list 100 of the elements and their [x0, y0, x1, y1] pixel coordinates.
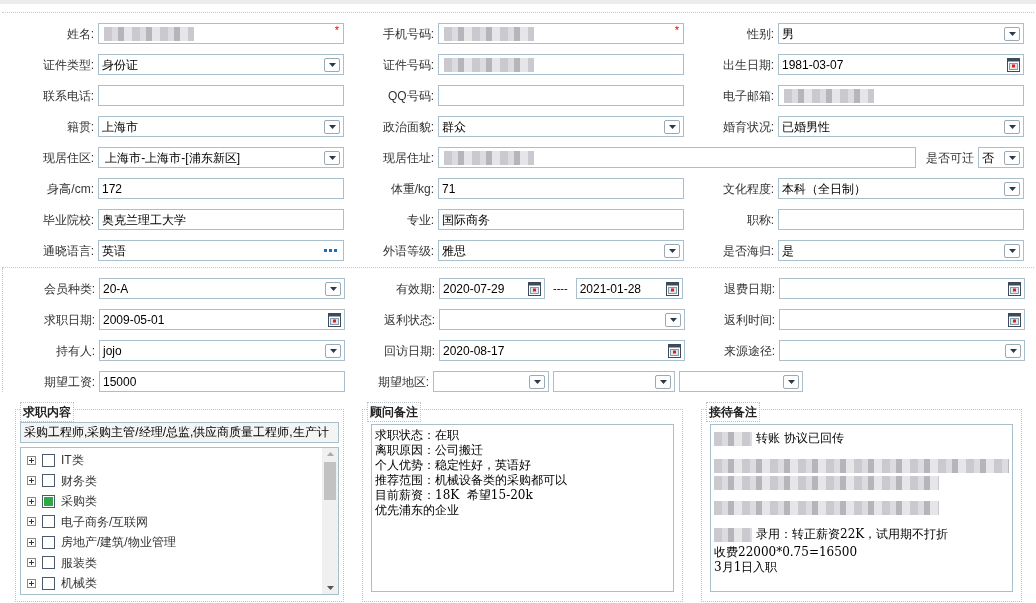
- note-line: 目前薪资：18K 希望15-20k: [375, 488, 534, 503]
- notes-area[interactable]: 求职状态：在职 离职原因：公司搬迁 个人优势：稳定性好，英语好 推荐范围：机械设备类的采购都可以 目前薪资：18K 希望15-20k 优先浦东的企业: [371, 424, 674, 592]
- select-field[interactable]: jojo: [99, 340, 345, 361]
- input-field[interactable]: 英语: [98, 240, 344, 261]
- input-field[interactable]: 15000: [99, 371, 345, 392]
- dropdown-button[interactable]: [1004, 181, 1020, 196]
- date-field[interactable]: 2020-08-17: [439, 340, 685, 361]
- checkbox[interactable]: [42, 474, 55, 488]
- input-field[interactable]: 奥克兰理工大学: [98, 209, 344, 230]
- calendar-icon[interactable]: [328, 312, 341, 327]
- date-field[interactable]: 1981-03-07: [778, 54, 1024, 75]
- input-field[interactable]: [778, 85, 1024, 106]
- select-field[interactable]: 男: [778, 23, 1024, 44]
- tree-item[interactable]: 房地产/建筑/物业管理: [27, 532, 322, 553]
- field-label: QQ号码:: [387, 87, 434, 105]
- dropdown-button[interactable]: [325, 343, 341, 358]
- input-field[interactable]: *: [98, 23, 344, 44]
- scrollbar[interactable]: [322, 448, 338, 594]
- checkbox[interactable]: [42, 494, 55, 508]
- input-field[interactable]: 国际商务: [438, 209, 684, 230]
- tree-item[interactable]: 电子商务/互联网: [27, 511, 322, 532]
- select-field[interactable]: 已婚男性: [778, 116, 1024, 137]
- select-field[interactable]: 否: [978, 147, 1024, 168]
- field-label: 文化程度:: [721, 180, 774, 198]
- tree-item[interactable]: 服装类: [27, 552, 322, 573]
- calendar-icon[interactable]: [668, 343, 681, 358]
- field-value: 172: [101, 180, 123, 198]
- dropdown-button[interactable]: [529, 374, 545, 389]
- field-label: 现居住区:: [41, 149, 94, 167]
- field-label: 回访日期:: [382, 342, 435, 360]
- select-field[interactable]: 20-A: [99, 278, 345, 299]
- checkbox[interactable]: [42, 576, 55, 590]
- checkbox[interactable]: [42, 515, 55, 529]
- dropdown-button[interactable]: [324, 150, 340, 165]
- dropdown-button[interactable]: [783, 374, 799, 389]
- tree-item[interactable]: 机械类: [27, 573, 322, 594]
- calendar-icon[interactable]: [1007, 57, 1020, 72]
- notes-area[interactable]: 转账 协议已回传 录用：转正薪资22K，试用期不打折 收费22000*0.75=16500 3月1日入职: [710, 424, 1013, 592]
- input-field[interactable]: [778, 209, 1024, 230]
- select-field[interactable]: [439, 309, 685, 330]
- note-line: 推荐范围：机械设备类的采购都可以: [375, 473, 568, 488]
- date-field[interactable]: 2021-01-28: [575, 278, 683, 299]
- input-field[interactable]: [438, 85, 684, 106]
- checkbox[interactable]: [42, 453, 55, 467]
- dropdown-button[interactable]: [1004, 119, 1020, 134]
- dropdown-button[interactable]: [1005, 343, 1021, 358]
- date-field[interactable]: 2020-07-29: [439, 278, 545, 299]
- dropdown-button[interactable]: [324, 57, 340, 72]
- tree-item[interactable]: 采购类: [27, 491, 322, 512]
- dropdown-button[interactable]: [655, 374, 671, 389]
- dropdown-button[interactable]: [324, 119, 340, 134]
- calendar-icon[interactable]: [665, 281, 679, 296]
- expand-icon[interactable]: [27, 455, 36, 465]
- dropdown-button[interactable]: [665, 312, 681, 327]
- date-field[interactable]: [779, 278, 1025, 299]
- input-field[interactable]: 71: [438, 178, 684, 199]
- select-field[interactable]: [779, 340, 1025, 361]
- select-field[interactable]: 雅思: [438, 240, 684, 261]
- expand-icon[interactable]: [27, 578, 36, 588]
- date-field[interactable]: 2009-05-01: [99, 309, 345, 330]
- dropdown-button[interactable]: [1004, 243, 1020, 258]
- scrollbar-thumb[interactable]: [324, 462, 336, 500]
- scroll-down-icon[interactable]: [326, 586, 334, 590]
- expand-icon[interactable]: [27, 558, 36, 568]
- select-field[interactable]: [679, 371, 803, 392]
- checkbox[interactable]: [42, 556, 55, 570]
- dropdown-button[interactable]: [325, 281, 341, 296]
- calendar-icon[interactable]: [528, 281, 541, 296]
- dropdown-button[interactable]: [1004, 150, 1020, 165]
- selection-summary-field[interactable]: 采购工程师,采购主管/经理/总监,供应商质量工程师,生产计: [20, 422, 339, 443]
- select-field[interactable]: 是: [778, 240, 1024, 261]
- tree-item[interactable]: IT类: [27, 450, 322, 471]
- more-icon[interactable]: [324, 249, 337, 252]
- select-field[interactable]: [553, 371, 675, 392]
- tree-item-label: IT类: [61, 452, 84, 470]
- select-field[interactable]: 上海市-上海市-[浦东新区]: [98, 147, 344, 168]
- select-field[interactable]: 上海市: [98, 116, 344, 137]
- expand-icon[interactable]: [27, 537, 36, 547]
- select-field[interactable]: [433, 371, 549, 392]
- input-field[interactable]: 172: [98, 178, 344, 199]
- checkbox[interactable]: [42, 535, 55, 549]
- select-field[interactable]: 群众: [438, 116, 684, 137]
- calendar-icon[interactable]: [1008, 312, 1021, 327]
- input-field[interactable]: [438, 54, 684, 75]
- field-label: 来源途径:: [722, 342, 775, 360]
- expand-icon[interactable]: [27, 496, 36, 506]
- input-field[interactable]: [438, 147, 916, 168]
- tree-item[interactable]: 财务类: [27, 470, 322, 491]
- dropdown-button[interactable]: [664, 119, 680, 134]
- field-value: 群众: [441, 118, 466, 136]
- expand-icon[interactable]: [27, 517, 36, 527]
- dropdown-button[interactable]: [1004, 26, 1020, 41]
- calendar-icon[interactable]: [1008, 281, 1021, 296]
- input-field[interactable]: [98, 85, 344, 106]
- select-field[interactable]: 本科（全日制）: [778, 178, 1024, 199]
- input-field[interactable]: *: [438, 23, 684, 44]
- select-field[interactable]: 身份证: [98, 54, 344, 75]
- date-field[interactable]: [779, 309, 1025, 330]
- dropdown-button[interactable]: [664, 243, 680, 258]
- expand-icon[interactable]: [27, 476, 36, 486]
